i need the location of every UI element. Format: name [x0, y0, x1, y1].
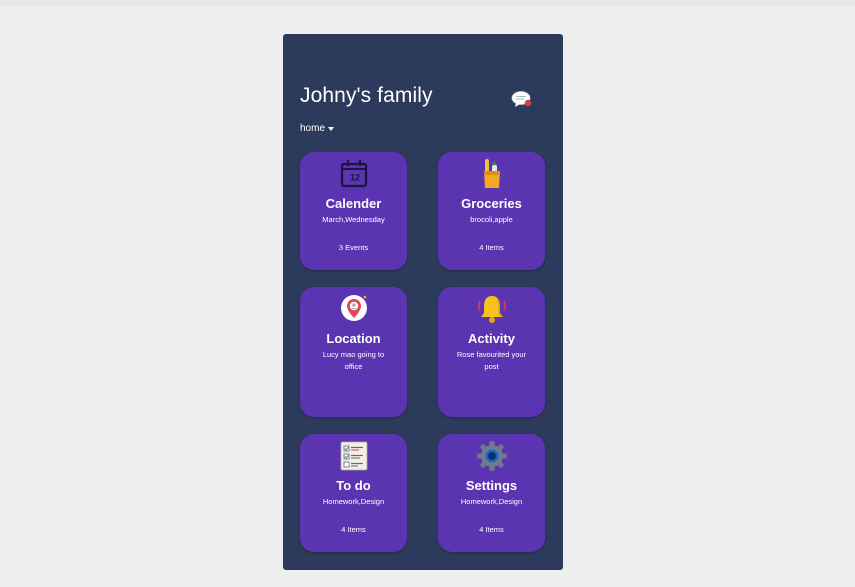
card-subtitle: Lucy mao going to office: [322, 350, 385, 371]
dropdown-value: home: [300, 123, 326, 134]
card-calender[interactable]: 12 Calender March,Wednesday 3 Events: [300, 152, 407, 270]
grocery-bag-icon: [483, 159, 500, 188]
card-location[interactable]: Location Lucy mao going to office: [300, 287, 407, 417]
card-todo[interactable]: To do Homework,Design 4 Items: [300, 434, 407, 552]
card-settings[interactable]: Settings Homework,Design 4 Items: [438, 434, 545, 552]
chat-notification-icon[interactable]: [511, 89, 533, 109]
caret-down-icon: [328, 126, 335, 131]
card-title: To do: [336, 478, 371, 493]
checklist-icon: [340, 441, 367, 471]
card-title: Location: [326, 331, 381, 346]
card-subtitle: Homework,Design: [322, 497, 385, 506]
card-title: Calender: [325, 196, 382, 211]
card-subtitle: March,Wednesday: [322, 215, 385, 224]
page-title: Johny's family: [300, 84, 433, 107]
card-count: 3 Events: [338, 243, 369, 252]
family-dropdown[interactable]: home: [300, 123, 335, 134]
calendar-icon-date: 12: [349, 173, 359, 183]
card-activity[interactable]: Activity Rose favourited your post: [438, 287, 545, 417]
app-panel: Johny's family home 12 Calender March,We…: [283, 34, 563, 570]
bell-icon: [477, 296, 506, 323]
card-title: Settings: [465, 478, 518, 493]
card-count: 4 Items: [479, 243, 504, 252]
card-subtitle: brocoli,apple: [470, 215, 513, 224]
card-count: 4 Items: [341, 525, 366, 534]
location-pin-icon: [340, 295, 367, 321]
card-subtitle: Homework,Design: [460, 497, 523, 506]
top-strip: [0, 0, 855, 6]
gear-icon: [476, 441, 507, 471]
calendar-icon: 12: [340, 160, 367, 188]
card-count: 4 Items: [479, 525, 504, 534]
card-subtitle: Rose favourited your post: [456, 350, 527, 371]
card-title: Activity: [468, 331, 515, 346]
card-groceries[interactable]: Groceries brocoli,apple 4 Items: [438, 152, 545, 270]
card-title: Groceries: [461, 196, 522, 211]
